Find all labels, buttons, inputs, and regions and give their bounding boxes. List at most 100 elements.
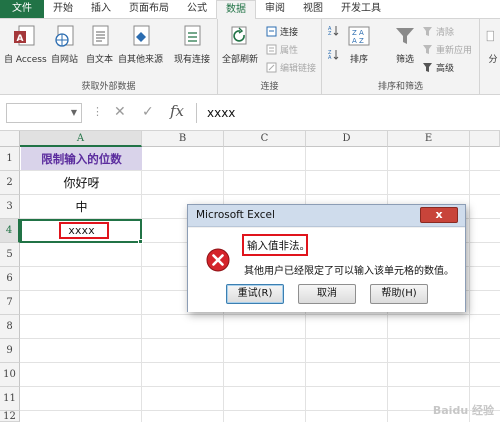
cell-a1[interactable]: 限制输入的位数	[21, 147, 142, 170]
group-label-external: 获取外部数据	[81, 82, 136, 92]
reapply-label: 重新应用	[436, 46, 473, 56]
existing-connections-label: 现有连接	[174, 55, 211, 65]
row-header-11[interactable]: 11	[0, 387, 20, 411]
dialog-body: 输入值非法。 其他用户已经限定了可以输入该单元格的数值。 重试(R) 取消 帮助…	[188, 228, 465, 312]
svg-text:Z A: Z A	[352, 29, 364, 37]
cancel-button[interactable]: 取消	[298, 284, 356, 304]
row-header-7[interactable]: 7	[0, 291, 20, 315]
retry-button[interactable]: 重试(R)	[226, 284, 284, 304]
group-sort-filter: A Z Z A Z A A Z 排序 筛选 清除 重新应用 高级 排序和筛选	[322, 19, 480, 95]
row-header-10[interactable]: 10	[0, 363, 20, 387]
sort-descending-button[interactable]: Z A	[328, 49, 342, 60]
text-to-columns-icon	[486, 30, 494, 42]
column-header-b[interactable]: B	[142, 131, 224, 147]
sort-za-icon: Z A	[328, 50, 339, 60]
from-text-label: 自文本	[86, 55, 114, 65]
properties-icon	[266, 44, 277, 55]
column-header-e[interactable]: E	[388, 131, 470, 147]
select-all-corner[interactable]	[0, 131, 20, 147]
svg-text:Z: Z	[328, 31, 332, 36]
gridline	[20, 314, 500, 315]
group-get-external-data: A 自 Access 自网站 自文本 自其他来源 现有连接 获取外部数据	[0, 19, 218, 95]
data-validation-error-dialog: Microsoft Excel x 输入值非法。 其他用户已经限定了可以输入该单…	[187, 204, 466, 312]
formula-input[interactable]: xxxx	[196, 103, 500, 123]
filter-button[interactable]: 筛选	[392, 23, 418, 65]
from-access-button[interactable]: A 自 Access	[4, 23, 47, 65]
tab-view[interactable]: 视图	[294, 0, 332, 18]
confirm-entry-icon[interactable]: ✓	[142, 104, 154, 120]
tab-formulas[interactable]: 公式	[178, 0, 216, 18]
row-header-9[interactable]: 9	[0, 339, 20, 363]
advanced-filter-icon	[423, 63, 432, 72]
excel-window: 文件 开始 插入 页面布局 公式 数据 审阅 视图 开发工具 A 自 Acces…	[0, 0, 500, 422]
sort-ascending-button[interactable]: A Z	[328, 25, 342, 36]
row-header-3[interactable]: 3	[0, 195, 20, 219]
advanced-filter-button[interactable]: 高级	[422, 61, 454, 74]
tab-file[interactable]: 文件	[0, 0, 44, 18]
svg-text:A Z: A Z	[352, 37, 364, 45]
from-other-sources-button[interactable]: 自其他来源	[118, 23, 163, 65]
dialog-close-button[interactable]: x	[420, 207, 458, 223]
error-icon	[206, 248, 230, 272]
row-header-4[interactable]: 4	[0, 219, 20, 243]
ribbon-data: A 自 Access 自网站 自文本 自其他来源 现有连接 获取外部数据 全部刷…	[0, 19, 500, 95]
name-box-dropdown-icon[interactable]: ▼	[71, 108, 77, 117]
tab-page-layout[interactable]: 页面布局	[120, 0, 178, 18]
reapply-button[interactable]: 重新应用	[422, 43, 472, 56]
row-header-12[interactable]: 12	[0, 411, 20, 422]
row-header-2[interactable]: 2	[0, 171, 20, 195]
row-header-8[interactable]: 8	[0, 315, 20, 339]
sort-button[interactable]: Z A A Z 排序	[346, 23, 372, 65]
group-label-sort-filter: 排序和筛选	[377, 82, 423, 92]
dialog-detail: 其他用户已经限定了可以输入该单元格的数值。	[244, 266, 454, 277]
edit-links-button[interactable]: 编辑链接	[266, 61, 316, 74]
tab-developer[interactable]: 开发工具	[332, 0, 390, 18]
group-label-connections: 连接	[260, 82, 279, 92]
dialog-title-bar[interactable]: Microsoft Excel x	[188, 205, 465, 227]
name-box[interactable]: ▼	[6, 103, 82, 123]
tab-home[interactable]: 开始	[44, 0, 82, 18]
connections-button[interactable]: 连接	[266, 25, 298, 38]
edit-links-icon	[266, 62, 277, 73]
fill-handle[interactable]	[138, 239, 143, 244]
clear-filter-icon	[423, 27, 432, 36]
existing-connections-button[interactable]: 现有连接	[174, 23, 210, 65]
help-button[interactable]: 帮助(H)	[370, 284, 428, 304]
connections-icon	[266, 26, 277, 37]
insert-function-icon[interactable]: fx	[170, 102, 184, 120]
properties-button[interactable]: 属性	[266, 43, 298, 56]
sort-label: 排序	[349, 55, 368, 65]
refresh-all-button[interactable]: 全部刷新	[222, 23, 258, 65]
baidu-watermark: Baidu 经验	[432, 404, 494, 417]
filter-icon	[396, 28, 414, 44]
column-header-a[interactable]: A	[20, 131, 142, 147]
column-header-d[interactable]: D	[306, 131, 388, 147]
row-header-5[interactable]: 5	[0, 243, 20, 267]
svg-text:A: A	[17, 34, 24, 44]
tab-review[interactable]: 审阅	[256, 0, 294, 18]
text-to-columns-button[interactable]: 分	[486, 23, 500, 65]
column-header-c[interactable]: C	[224, 131, 306, 147]
from-web-button[interactable]: 自网站	[51, 23, 78, 65]
edit-links-label: 编辑链接	[280, 64, 317, 74]
existing-connections-icon	[184, 25, 201, 46]
gridline	[20, 338, 500, 339]
text-file-icon	[92, 25, 108, 46]
row-header-6[interactable]: 6	[0, 267, 20, 291]
svg-text:A: A	[328, 55, 332, 60]
cancel-entry-icon[interactable]: ✕	[114, 104, 126, 120]
row-header-1[interactable]: 1	[0, 147, 20, 171]
clear-filter-button[interactable]: 清除	[422, 25, 454, 38]
sort-az-icon: A Z	[328, 26, 339, 36]
gridline	[20, 386, 500, 387]
from-access-label: 自 Access	[4, 55, 47, 65]
from-text-button[interactable]: 自文本	[86, 23, 113, 65]
tab-insert[interactable]: 插入	[82, 0, 120, 18]
cell-a2[interactable]: 你好呀	[21, 171, 142, 194]
column-header-f[interactable]	[470, 131, 500, 147]
advanced-label: 高级	[436, 64, 455, 74]
cell-a3[interactable]: 中	[21, 195, 142, 218]
refresh-icon	[231, 26, 247, 45]
tab-data[interactable]: 数据	[216, 0, 256, 20]
formula-bar-grip-icon: ⋮	[92, 105, 103, 118]
